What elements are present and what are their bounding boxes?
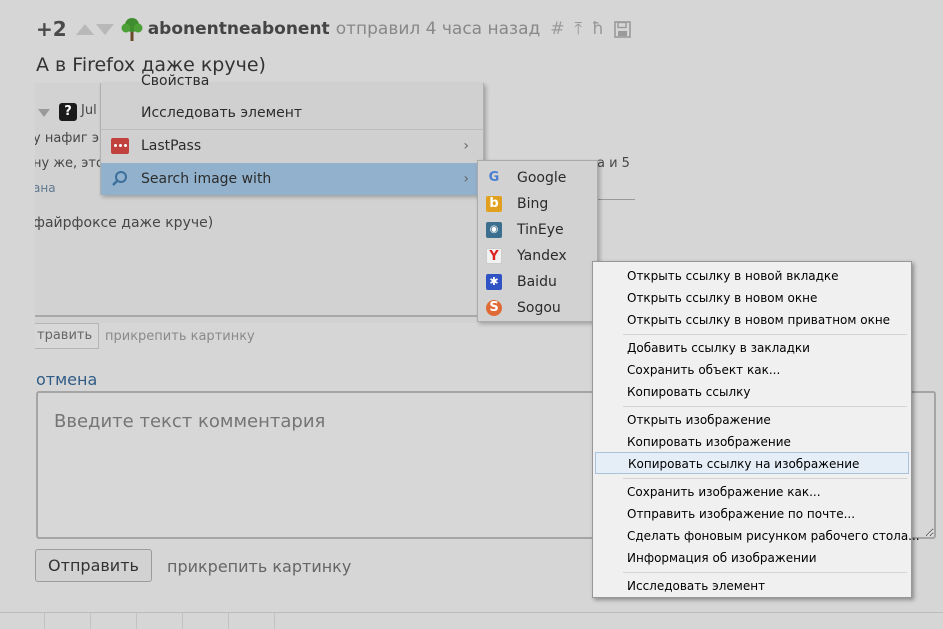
menu-separator [623,406,907,407]
question-avatar-icon: ? [59,103,77,121]
upvote-icon[interactable] [75,23,94,35]
chevron-right-icon: › [463,138,469,154]
ctx-set-desktop-background[interactable]: Сделать фоновым рисунком рабочего стола.… [595,525,920,547]
engine-baidu: ✱ Baidu [478,269,597,295]
send-button[interactable]: Отправить [35,549,152,582]
permalink-icon[interactable]: # [550,19,564,39]
magnifier-icon [112,171,127,186]
tineye-icon: ◉ [486,222,502,238]
ctx-save-image-as[interactable]: Сохранить изображение как... [595,481,909,503]
embedded-line: у нафиг э [35,131,99,146]
parent-arrow-icon[interactable]: ⤒ [575,19,583,39]
embedded-attach-link: прикрепить картинку [105,329,255,344]
ctx-save-object-as[interactable]: Сохранить объект как... [595,359,909,381]
ctx-open-link-private-window[interactable]: Открыть ссылку в новом приватном окне [595,309,909,331]
downvote-icon[interactable] [95,23,114,35]
embedded-send-button: травить [35,323,100,349]
embedded-username: Jul [81,103,97,118]
ctx-copy-image[interactable]: Копировать изображение [595,431,909,453]
sogou-icon: S [486,300,502,316]
divider [35,315,485,317]
engine-tineye: ◉ TinEye [478,217,597,243]
ctx-email-image[interactable]: Отправить изображение по почте... [595,503,909,525]
embedded-line-right: а и 5 [597,156,630,171]
ctx-image-info[interactable]: Информация об изображении [595,547,909,569]
engine-yandex: Y Yandex [478,243,597,269]
menu-separator [623,572,907,573]
comment-header: +2 abonentneabonent отправил 4 часа наза… [36,14,631,44]
divider [598,199,635,200]
lastpass-icon [111,138,129,154]
ctx-open-link-new-tab[interactable]: Открыть ссылку в новой вкладке [595,265,909,287]
ctx-open-link-new-window[interactable]: Открыть ссылку в новом окне [595,287,909,309]
bing-icon: b [486,196,502,212]
engine-bing: b Bing [478,191,597,217]
tree-avatar-icon [121,18,143,41]
google-icon: G [488,170,500,185]
embedded-menu-properties: Свойства [141,73,210,89]
attach-image-link[interactable]: прикрепить картинку [167,557,351,576]
divider [0,612,943,613]
save-icon[interactable] [614,20,631,38]
collapse-icon [38,109,50,117]
reply-branch-icon[interactable]: ħ [592,19,604,39]
yandex-icon: Y [486,248,502,264]
comment-username[interactable]: abonentneabonent [148,19,330,39]
ctx-copy-image-link[interactable]: Копировать ссылку на изображение [595,452,909,474]
embedded-context-menu: Свойства Исследовать элемент LastPass › … [100,73,484,195]
ctx-inspect-element[interactable]: Исследовать элемент [595,575,909,597]
context-menu: Открыть ссылку в новой вкладке Открыть с… [592,261,920,598]
embedded-menu-inspect: Исследовать элемент [141,105,303,121]
chevron-right-icon: › [463,171,469,187]
baidu-paw-icon: ✱ [486,274,502,290]
comment-score: +2 [36,17,67,41]
menu-separator [623,334,907,335]
engine-sogou: S Sogou [478,295,597,321]
embedded-menu-lastpass: LastPass › [101,129,483,161]
comment-posted-time: отправил 4 часа назад [335,19,541,39]
engine-google: G Google [478,165,597,191]
embedded-menu-search-image: Search image with › [101,163,483,195]
ctx-open-image[interactable]: Открыть изображение [595,409,909,431]
cancel-link[interactable]: отмена [36,370,97,389]
menu-separator [623,478,907,479]
embedded-search-engine-submenu: G Google b Bing ◉ TinEye Y Yandex ✱ Baid… [477,160,598,322]
ctx-copy-link[interactable]: Копировать ссылку [595,381,909,403]
embedded-reply-text: файрфоксе даже круче) [35,215,214,231]
embedded-line: ну же, это [35,156,104,171]
ctx-bookmark-link[interactable]: Добавить ссылку в закладки [595,337,909,359]
embedded-link: ана [35,181,56,195]
